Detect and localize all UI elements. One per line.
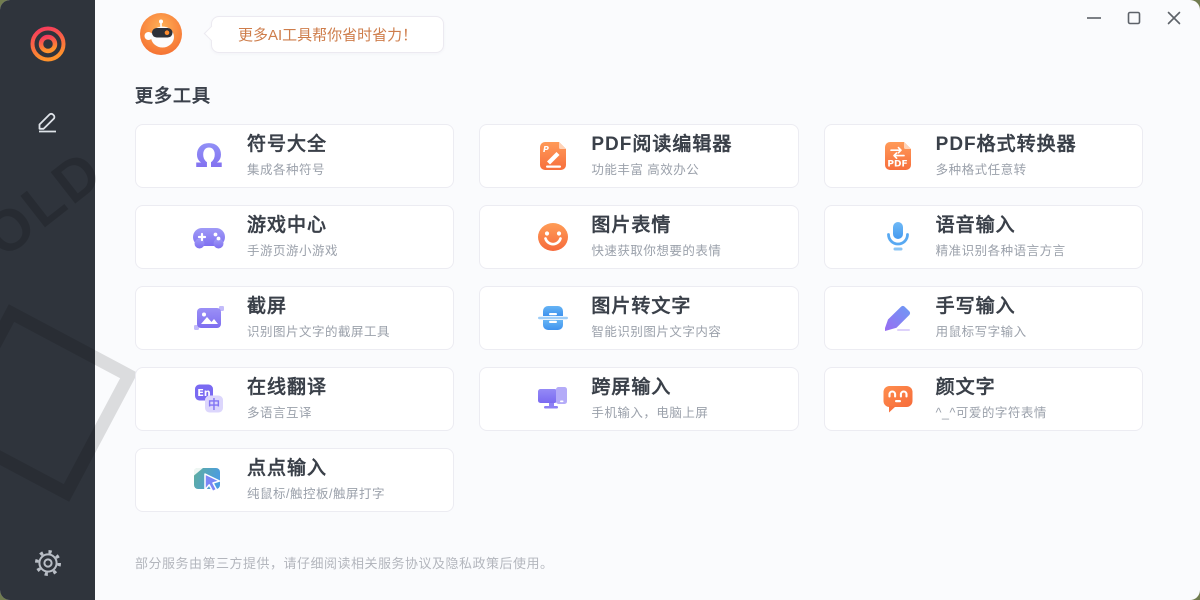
sidebar: OLD [0,0,95,600]
screenshot-icon [191,300,227,336]
tool-subtitle: 集成各种符号 [247,159,327,178]
tool-card[interactable]: 点点输入 纯鼠标/触控板/触屏打字 [135,448,454,512]
cross-screen-icon [535,381,571,417]
tool-subtitle: 多种格式任意转 [936,159,1077,178]
smiley-icon [535,219,571,255]
tool-subtitle: 用鼠标写字输入 [936,321,1027,340]
tool-title: 图片转文字 [591,296,721,318]
maximize-button[interactable] [1124,10,1144,30]
app-window: OLD 更多AI工具帮你省时省力！ 更多工具 Ω 符号大全 集成各种符号 P P… [0,0,1200,600]
tool-title: 图片表情 [591,215,721,237]
tool-card[interactable]: 跨屏输入 手机输入，电脑上屏 [479,367,798,431]
tool-subtitle: ^_^可爱的字符表情 [936,402,1047,421]
tool-card[interactable]: 手写输入 用鼠标写字输入 [824,286,1143,350]
tool-subtitle: 手游页游小游戏 [247,240,338,259]
translate-icon: En中 [191,381,227,417]
microphone-icon [880,219,916,255]
svg-text:中: 中 [208,397,220,412]
svg-text:PDF: PDF [887,160,907,170]
tools-grid: Ω 符号大全 集成各种符号 P PDF阅读编辑器 功能丰富 高效办公 PDF P… [135,124,1143,512]
tool-card[interactable]: 语音输入 精准识别各种语言方言 [824,205,1143,269]
footer-disclaimer: 部分服务由第三方提供，请仔细阅读相关服务协议及隐私政策后使用。 [135,553,554,572]
tool-title: 在线翻译 [247,377,327,399]
svg-text:Ω: Ω [195,138,222,174]
tool-card[interactable]: P PDF阅读编辑器 功能丰富 高效办公 [479,124,798,188]
tool-title: 截屏 [247,296,390,318]
tool-subtitle: 手机输入，电脑上屏 [591,402,708,421]
tool-title: PDF阅读编辑器 [591,134,732,156]
gamepad-icon [191,219,227,255]
tool-card[interactable]: 图片转文字 智能识别图片文字内容 [479,286,798,350]
tool-subtitle: 快速获取你想要的表情 [591,240,721,259]
tool-subtitle: 功能丰富 高效办公 [591,159,732,178]
tool-subtitle: 纯鼠标/触控板/触屏打字 [247,483,385,502]
ocr-icon [535,300,571,336]
handwriting-pen-icon [880,300,916,336]
omega-icon: Ω [191,138,227,174]
main-content: 更多AI工具帮你省时省力！ 更多工具 Ω 符号大全 集成各种符号 P PDF阅读… [95,0,1200,600]
minimize-icon [1084,8,1104,33]
tool-title: 符号大全 [247,134,327,156]
tool-card[interactable]: PDF PDF格式转换器 多种格式任意转 [824,124,1143,188]
kaomoji-icon [880,381,916,417]
tool-card[interactable]: 图片表情 快速获取你想要的表情 [479,205,798,269]
svg-text:P: P [543,145,549,154]
tool-subtitle: 精准识别各种语言方言 [936,240,1066,259]
tool-card[interactable]: 截屏 识别图片文字的截屏工具 [135,286,454,350]
promo-bubble: 更多AI工具帮你省时省力！ [211,16,444,53]
tool-title: 语音输入 [936,215,1066,237]
tool-title: PDF格式转换器 [936,134,1077,156]
target-logo-icon[interactable] [28,24,68,64]
tool-title: 颜文字 [936,377,1047,399]
tool-subtitle: 识别图片文字的截屏工具 [247,321,390,340]
section-title: 更多工具 [135,82,1200,108]
tool-card[interactable]: 颜文字 ^_^可爱的字符表情 [824,367,1143,431]
tool-card[interactable]: Ω 符号大全 集成各种符号 [135,124,454,188]
close-icon [1164,8,1184,33]
tool-card[interactable]: En中 在线翻译 多语言互译 [135,367,454,431]
tool-subtitle: 多语言互译 [247,402,327,421]
maximize-icon [1124,8,1144,33]
pointer-icon [191,462,227,498]
tool-card[interactable]: 游戏中心 手游页游小游戏 [135,205,454,269]
header: 更多AI工具帮你省时省力！ [135,0,1200,56]
tool-title: 跨屏输入 [591,377,708,399]
window-controls [1084,10,1184,30]
tool-subtitle: 智能识别图片文字内容 [591,321,721,340]
tool-title: 游戏中心 [247,215,338,237]
robot-mascot-icon[interactable] [139,12,183,56]
pen-icon[interactable] [34,106,62,134]
pdf-convert-icon: PDF [880,138,916,174]
minimize-button[interactable] [1084,10,1104,30]
tool-title: 点点输入 [247,458,385,480]
gear-icon[interactable] [33,548,63,578]
pdf-edit-icon: P [535,138,571,174]
tool-title: 手写输入 [936,296,1027,318]
close-button[interactable] [1164,10,1184,30]
